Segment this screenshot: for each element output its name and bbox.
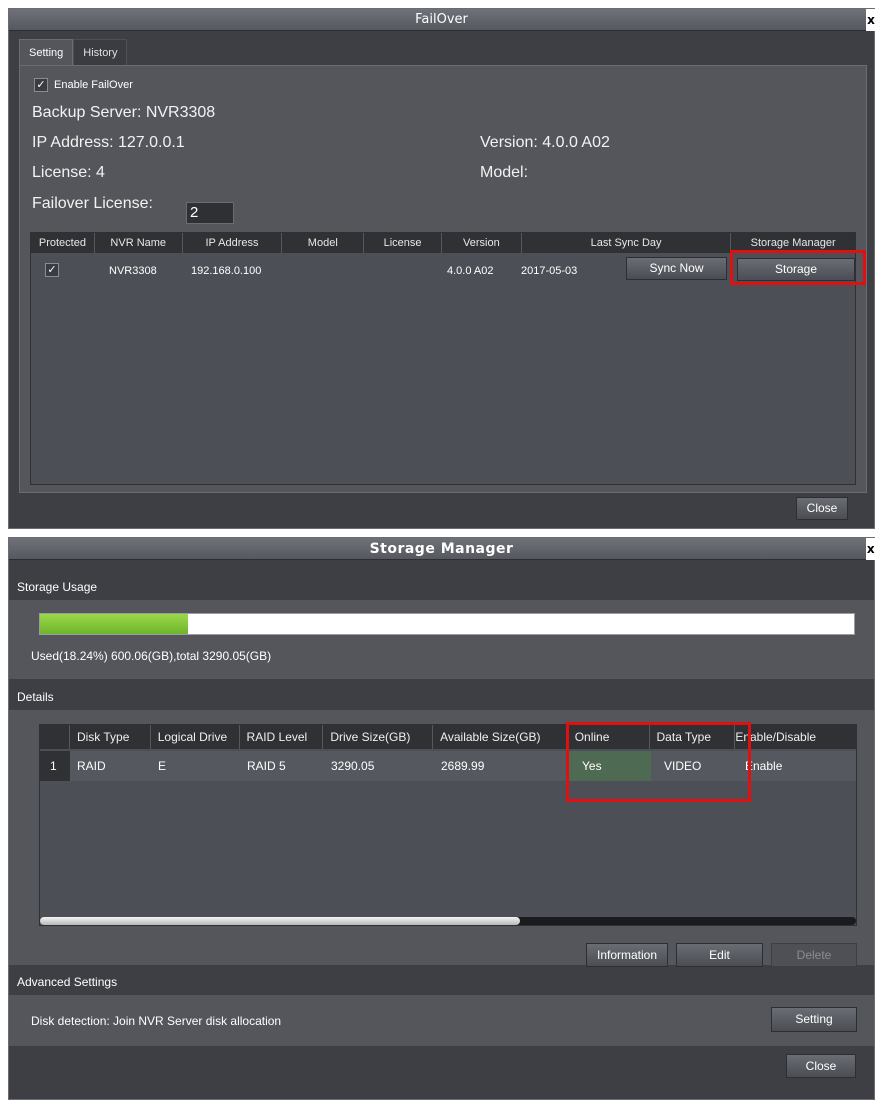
failover-titlebar[interactable]: FailOver x [9, 9, 875, 31]
failover-window: FailOver x Setting History ✓ Enable Fail… [8, 8, 875, 529]
details-label: Details [17, 690, 54, 704]
sync-now-button[interactable]: Sync Now [626, 257, 727, 280]
cell-ip-address: 192.168.0.100 [191, 265, 262, 277]
cell-version: 4.0.0 A02 [447, 265, 494, 277]
col-version[interactable]: Version [442, 233, 522, 253]
close-icon[interactable]: x [866, 538, 875, 560]
information-button[interactable]: Information [586, 943, 668, 967]
close-icon[interactable]: x [866, 9, 875, 31]
enable-failover-label: Enable FailOver [54, 79, 133, 91]
storage-button[interactable]: Storage [737, 258, 855, 281]
col-enable-disable[interactable]: Enable/Disable [735, 725, 856, 749]
cell-disk-type: RAID [77, 759, 106, 773]
cell-online: Yes [582, 759, 602, 773]
col-disk-type[interactable]: Disk Type [70, 725, 151, 749]
delete-button[interactable]: Delete [771, 943, 857, 967]
model-label: Model: [480, 164, 529, 181]
col-model[interactable]: Model [282, 233, 365, 253]
cell-logical-drive: E [158, 759, 167, 773]
edit-button[interactable]: Edit [676, 943, 763, 967]
version-label: Version: 4.0.0 A02 [480, 134, 610, 151]
advanced-settings-label: Advanced Settings [17, 975, 118, 989]
nvr-table: Protected NVR Name IP Address Model Lice… [30, 232, 856, 485]
failover-close-button[interactable]: Close [796, 497, 848, 520]
col-drive-size[interactable]: Drive Size(GB) [323, 725, 434, 749]
col-ip-address[interactable]: IP Address [183, 233, 283, 253]
table-row[interactable]: 1 RAID E RAID 5 3290.05 2689.99 Yes VIDE… [40, 751, 856, 781]
col-last-sync[interactable]: Last Sync Day [522, 233, 732, 253]
storage-usage-section [9, 600, 874, 679]
license-label: License: 4 [32, 164, 105, 181]
storage-usage-fill [40, 614, 189, 634]
col-available-size[interactable]: Available Size(GB) [433, 725, 568, 749]
disk-detection-label: Disk detection: Join NVR Server disk all… [31, 1014, 282, 1028]
storage-manager-title: Storage Manager [369, 541, 514, 557]
col-online[interactable]: Online [568, 725, 650, 749]
col-license[interactable]: License [364, 233, 442, 253]
ip-address-label: IP Address: 127.0.0.1 [32, 134, 185, 151]
enable-failover-checkbox[interactable]: ✓ [34, 78, 48, 92]
nvr-table-header: Protected NVR Name IP Address Model Lice… [31, 233, 855, 253]
cell-nvr-name: NVR3308 [109, 265, 157, 277]
storage-manager-window: Storage Manager x Storage Usage Used(18.… [8, 537, 875, 1100]
failover-license-label: Failover License: [32, 195, 153, 212]
cell-available-size: 2689.99 [441, 759, 485, 773]
disk-table-header: Disk Type Logical Drive RAID Level Drive… [40, 725, 856, 749]
cell-raid-level: RAID 5 [247, 759, 286, 773]
failover-license-field[interactable]: 2 [186, 202, 234, 224]
col-index[interactable] [40, 725, 70, 749]
backup-server-label: Backup Server: NVR3308 [32, 104, 216, 121]
tab-history[interactable]: History [73, 39, 128, 65]
storage-close-button[interactable]: Close [786, 1054, 856, 1078]
col-nvr-name[interactable]: NVR Name [95, 233, 183, 253]
cell-last-sync: 2017-05-03 [521, 265, 578, 277]
setting-panel: ✓ Enable FailOver Backup Server: NVR3308… [19, 65, 867, 493]
col-storage-manager[interactable]: Storage Manager [731, 233, 855, 253]
scrollbar-thumb[interactable] [40, 917, 520, 925]
storage-usage-bar [39, 613, 855, 635]
col-logical-drive[interactable]: Logical Drive [151, 725, 240, 749]
protected-checkbox[interactable]: ✓ [45, 263, 59, 277]
failover-tabs: Setting History [19, 39, 128, 65]
table-horizontal-scrollbar[interactable] [40, 917, 856, 925]
cell-index: 1 [50, 759, 57, 773]
storage-manager-titlebar[interactable]: Storage Manager x [9, 538, 875, 560]
col-raid-level[interactable]: RAID Level [240, 725, 324, 749]
col-data-type[interactable]: Data Type [650, 725, 736, 749]
failover-title: FailOver [415, 12, 468, 27]
disk-table: Disk Type Logical Drive RAID Level Drive… [39, 724, 857, 926]
cell-drive-size: 3290.05 [331, 759, 375, 773]
storage-usage-text: Used(18.24%) 600.06(GB),total 3290.05(GB… [31, 649, 272, 663]
cell-data-type: VIDEO [664, 759, 702, 773]
cell-enable-disable: Enable [745, 759, 783, 773]
tab-setting[interactable]: Setting [19, 39, 74, 65]
col-protected[interactable]: Protected [31, 233, 95, 253]
setting-button[interactable]: Setting [771, 1007, 857, 1032]
storage-usage-label: Storage Usage [17, 580, 98, 594]
